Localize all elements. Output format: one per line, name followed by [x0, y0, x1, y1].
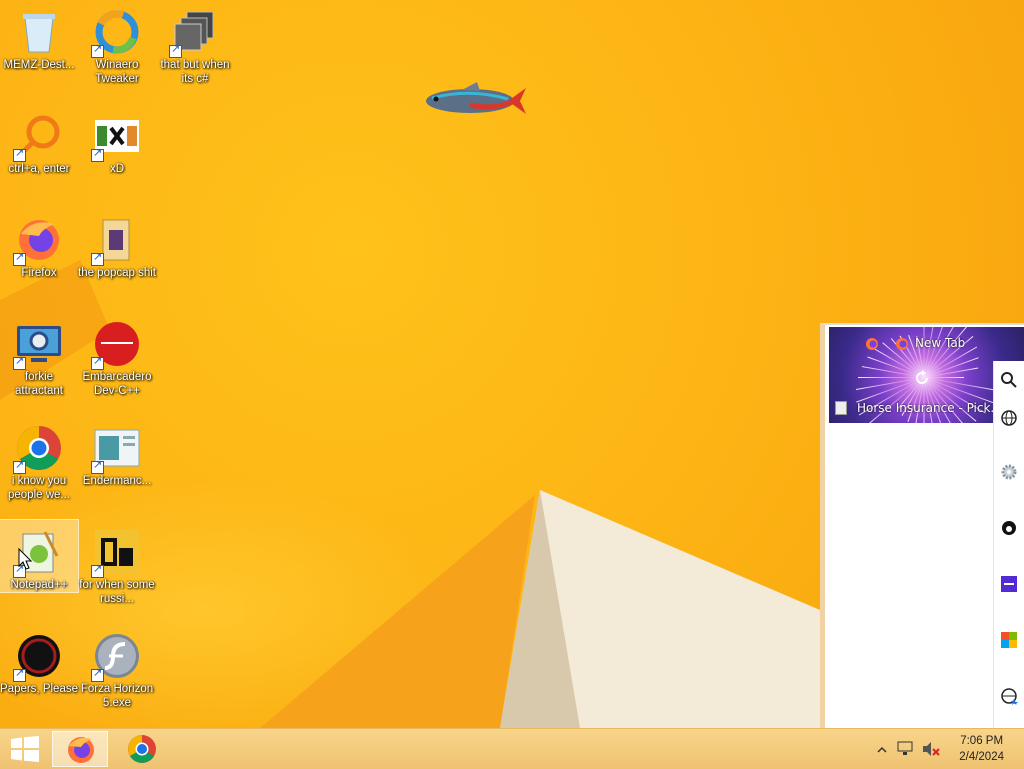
firefox-icon — [896, 338, 908, 350]
firefox-icon — [68, 737, 94, 763]
tab-new-tab-label: New Tab — [915, 336, 966, 350]
desktop-icon[interactable]: Endermanc... — [78, 416, 156, 488]
hxd-hex-editor-icon — [91, 112, 141, 162]
speaker-muted-icon[interactable] — [922, 741, 940, 757]
monitor-gear-icon — [13, 320, 63, 370]
desktop-icon[interactable]: the popcap shit — [78, 208, 156, 280]
taskbar: 7:06 PM 2/4/2024 — [0, 728, 1024, 769]
clock-time: 7:06 PM — [960, 735, 1004, 747]
tab-horse-insurance-label: Horse Insurance - Pick... — [857, 401, 1002, 415]
desktop-icon-label: that but when its c# — [160, 59, 230, 85]
globe-icon[interactable] — [1000, 409, 1018, 427]
recycle-bin-icon — [15, 8, 63, 56]
taskbar-firefox-button[interactable] — [52, 731, 108, 767]
dotnet-icon[interactable] — [1000, 575, 1018, 593]
shortcut-arrow-icon — [91, 666, 104, 682]
shortcut-arrow-icon — [13, 250, 26, 266]
desktop-icon-label: i know you people we... — [7, 475, 70, 501]
desktop-icon[interactable]: Firefox — [0, 208, 78, 280]
desktop-icon[interactable]: MEMZ-Dest... — [0, 0, 78, 72]
reload-icon[interactable] — [913, 369, 931, 387]
firefox-icon — [866, 338, 878, 350]
clock-date: 2/4/2024 — [959, 751, 1004, 763]
desktop[interactable]: MEMZ-Dest... ctrl+a, enter Firefox forki… — [0, 0, 1024, 728]
firefox-icon — [13, 216, 63, 266]
desktop-icon[interactable]: ctrl+a, enter — [0, 104, 78, 176]
tab-horse-insurance[interactable]: Horse Insurance - Pick... — [835, 400, 1002, 418]
dev-cpp-icon — [91, 320, 141, 370]
github-icon[interactable] — [1000, 519, 1018, 537]
shortcut-arrow-icon — [13, 146, 26, 162]
desktop-icon-label: the popcap shit — [78, 267, 157, 279]
shortcut-arrow-icon — [169, 42, 182, 58]
gear-icon[interactable] — [1000, 463, 1018, 481]
tab-new-tab[interactable]: New Tab — [865, 335, 1015, 353]
windows-logo-icon — [11, 736, 39, 762]
firefox-sidebar — [993, 361, 1024, 728]
desktop-icon[interactable]: i know you people we... — [0, 416, 78, 502]
firefox-window[interactable]: New Tab Horse Insurance - Pick... — [820, 323, 1024, 728]
shortcut-arrow-icon — [91, 146, 104, 162]
winaero-tweaker-icon — [91, 8, 141, 58]
shortcut-arrow-icon — [13, 458, 26, 474]
shortcut-arrow-icon — [91, 42, 104, 58]
taskbar-clock[interactable]: 7:06 PM 2/4/2024 — [959, 733, 1004, 765]
desktop-icon[interactable]: for when some russi... — [78, 520, 156, 606]
shortcut-arrow-icon — [13, 666, 26, 682]
de-app-icon — [91, 528, 141, 578]
chrome-icon — [13, 424, 63, 474]
desktop-icon-label: MEMZ-Dest... — [3, 59, 75, 71]
desktop-icon-label: xD — [109, 163, 125, 175]
desktop-icon-label: for when some russi... — [79, 579, 155, 605]
desktop-icon[interactable]: Papers, Please — [0, 624, 78, 696]
start-button[interactable] — [0, 729, 50, 769]
flash-player-icon — [91, 632, 141, 682]
globe-star-icon[interactable] — [1000, 687, 1018, 705]
search-icon[interactable] — [1000, 371, 1018, 389]
desktop-icon-label: ctrl+a, enter — [8, 163, 70, 175]
magnifier-ring-icon — [13, 112, 63, 162]
desktop-icon-label: Winaero Tweaker — [95, 59, 139, 85]
stacked-windows-icon — [169, 8, 219, 58]
fish-icon[interactable] — [422, 78, 532, 124]
colorful-app-icon[interactable] — [1000, 631, 1018, 649]
folder-icon — [91, 216, 141, 266]
shortcut-arrow-icon — [91, 562, 104, 578]
desktop-icon[interactable]: Notepad++ — [0, 519, 79, 593]
taskbar-chrome-button[interactable] — [114, 731, 170, 767]
shortcut-arrow-icon — [91, 354, 104, 370]
desktop-icon-label: Embarcadero Dev-C++ — [82, 371, 152, 397]
desktop-icon[interactable]: Winaero Tweaker — [78, 0, 156, 86]
desktop-icon-label: Forza Horizon 5.exe — [80, 683, 154, 709]
shortcut-arrow-icon — [13, 354, 26, 370]
network-icon[interactable] — [897, 741, 915, 757]
desktop-icon-label: Notepad++ — [10, 579, 68, 591]
desktop-icon-label: Papers, Please — [0, 683, 78, 695]
desktop-icon-label: Endermanc... — [82, 475, 152, 487]
window-app-icon — [91, 424, 141, 474]
shortcut-arrow-icon — [91, 250, 104, 266]
desktop-icon[interactable]: Forza Horizon 5.exe — [78, 624, 156, 710]
desktop-icon[interactable]: forkie attractant — [0, 312, 78, 398]
desktop-icon[interactable]: Embarcadero Dev-C++ — [78, 312, 156, 398]
desktop-icon-label: forkie attractant — [15, 371, 63, 397]
desktop-icon-label: Firefox — [21, 267, 57, 279]
mouse-cursor-icon — [18, 548, 32, 570]
papers-please-icon — [13, 632, 63, 682]
desktop-icon[interactable]: that but when its c# — [156, 0, 234, 86]
page-icon — [835, 401, 847, 415]
shortcut-arrow-icon — [91, 458, 104, 474]
show-hidden-icons-chevron-icon[interactable] — [876, 745, 888, 755]
desktop-icon[interactable]: xD — [78, 104, 156, 176]
chrome-icon — [128, 735, 156, 763]
